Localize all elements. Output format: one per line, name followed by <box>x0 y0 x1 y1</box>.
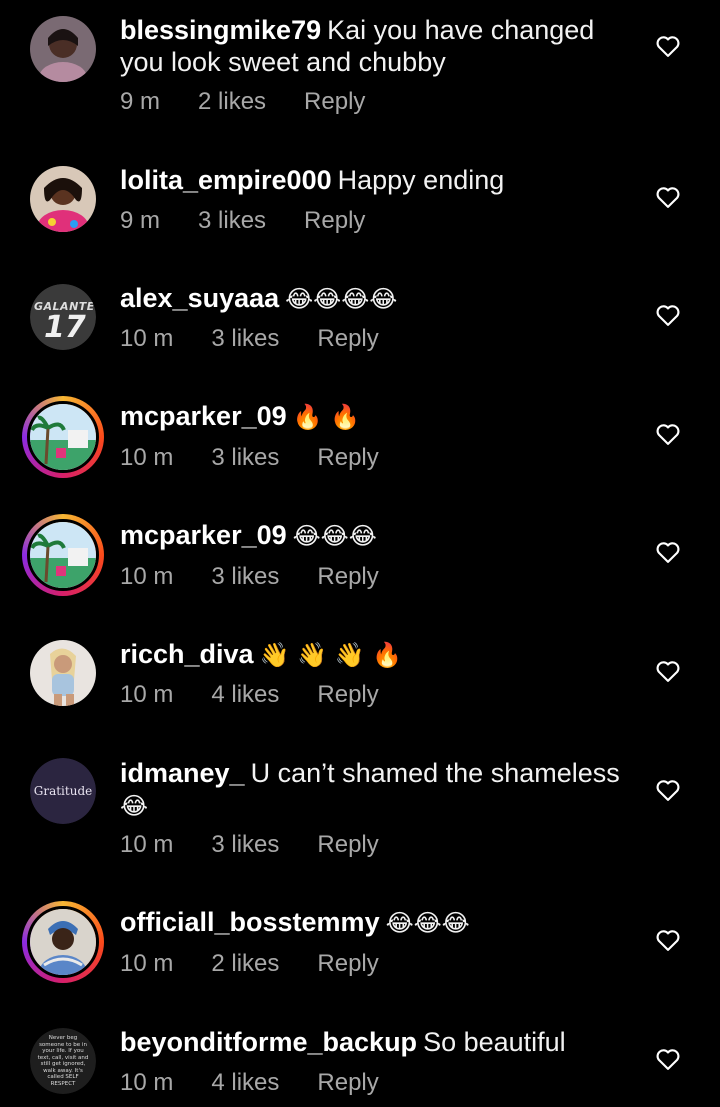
avatar <box>27 519 99 591</box>
avatar[interactable]: Never beg someone to be in your life. If… <box>30 1028 96 1094</box>
timestamp: 9 m <box>120 88 161 115</box>
timestamp: 10 m <box>120 681 174 708</box>
heart-icon[interactable] <box>654 32 682 60</box>
timestamp: 10 m <box>120 563 174 590</box>
comment-text: alex_suyaaa 😂😂😂😂 <box>120 282 640 315</box>
heart-icon[interactable] <box>654 538 682 566</box>
comment-emoji: 😂😂😂 <box>292 522 377 550</box>
comment-meta: 9 m 2 likes Reply <box>120 88 365 116</box>
comment-emoji: 😂😂😂😂 <box>285 285 398 313</box>
comment-emoji: 😂😂😂 <box>385 909 470 937</box>
username[interactable]: ricch_diva <box>120 639 254 669</box>
likes-count[interactable]: 4 likes <box>211 681 279 709</box>
reply-button[interactable]: Reply <box>304 88 365 116</box>
heart-icon[interactable] <box>654 776 682 804</box>
avatar <box>27 906 99 978</box>
comment-emoji: 😂 <box>120 792 149 820</box>
likes-count[interactable]: 3 likes <box>211 444 279 472</box>
heart-icon[interactable] <box>654 420 682 448</box>
comment-text: mcparker_09 🔥 🔥 <box>120 400 640 433</box>
comment-meta: 10 m 4 likes Reply <box>120 681 379 709</box>
reply-button[interactable]: Reply <box>317 831 378 859</box>
timestamp: 10 m <box>120 1069 174 1096</box>
heart-icon[interactable] <box>654 301 682 329</box>
likes-count[interactable]: 3 likes <box>211 563 279 591</box>
username[interactable]: blessingmike79 <box>120 15 321 45</box>
username[interactable]: mcparker_09 <box>120 520 287 550</box>
comment-text: blessingmike79 Kai you have changed you l… <box>120 14 640 78</box>
story-ring-avatar[interactable] <box>22 901 104 983</box>
gratitude-avatar: Gratitude <box>30 758 96 824</box>
story-ring-avatar[interactable] <box>22 396 104 478</box>
username[interactable]: mcparker_09 <box>120 401 287 431</box>
likes-count[interactable]: 3 likes <box>211 325 279 353</box>
comment-meta: 9 m 3 likes Reply <box>120 207 365 235</box>
avatar <box>27 401 99 473</box>
username[interactable]: beyonditforme_backup <box>120 1027 417 1057</box>
reply-button[interactable]: Reply <box>317 950 378 978</box>
likes-count[interactable]: 2 likes <box>211 950 279 978</box>
reply-button[interactable]: Reply <box>317 563 378 591</box>
comment-meta: 10 m 3 likes Reply <box>120 831 379 859</box>
timestamp: 10 m <box>120 831 174 858</box>
timestamp: 10 m <box>120 325 174 352</box>
reply-button[interactable]: Reply <box>317 1069 378 1097</box>
reply-button[interactable]: Reply <box>304 207 365 235</box>
reply-button[interactable]: Reply <box>317 325 378 353</box>
comment-meta: 10 m 3 likes Reply <box>120 325 379 353</box>
username[interactable]: alex_suyaaa <box>120 283 279 313</box>
timestamp: 10 m <box>120 444 174 471</box>
avatar[interactable]: Gratitude <box>30 758 96 824</box>
likes-count[interactable]: 2 likes <box>198 88 266 116</box>
username[interactable]: idmaney_ <box>120 758 245 788</box>
avatar[interactable] <box>30 16 96 82</box>
comment-meta: 10 m 3 likes Reply <box>120 444 379 472</box>
comment-body: Happy ending <box>337 165 505 195</box>
timestamp: 10 m <box>120 950 174 977</box>
reply-button[interactable]: Reply <box>317 681 378 709</box>
likes-count[interactable]: 3 likes <box>198 207 266 235</box>
comment-meta: 10 m 3 likes Reply <box>120 563 379 591</box>
comment-text: idmaney_ U can’t shamed the shameless 😂 <box>120 757 640 822</box>
heart-icon[interactable] <box>654 926 682 954</box>
username[interactable]: lolita_empire000 <box>120 165 332 195</box>
likes-count[interactable]: 4 likes <box>211 1069 279 1097</box>
comment-body: U can’t shamed the shameless <box>250 758 620 788</box>
comment-text: officiall_bosstemmy 😂😂😂 <box>120 906 640 939</box>
comment-meta: 10 m 4 likes Reply <box>120 1069 379 1097</box>
avatar[interactable] <box>30 166 96 232</box>
comment-text: ricch_diva 👋 👋 👋 🔥 <box>120 638 640 671</box>
heart-icon[interactable] <box>654 657 682 685</box>
likes-count[interactable]: 3 likes <box>211 831 279 859</box>
comment-body: So beautiful <box>423 1027 566 1057</box>
comment-text: lolita_empire000 Happy ending <box>120 164 640 196</box>
heart-icon[interactable] <box>654 183 682 211</box>
comment-emoji: 👋 👋 👋 🔥 <box>259 641 402 669</box>
comments-list: blessingmike79 Kai you have changed you l… <box>0 0 720 1107</box>
story-ring-avatar[interactable] <box>22 514 104 596</box>
heart-icon[interactable] <box>654 1045 682 1073</box>
comment-emoji: 🔥 🔥 <box>292 403 361 431</box>
comment-text: mcparker_09 😂😂😂 <box>120 519 640 552</box>
comment-text: beyonditforme_backup So beautiful <box>120 1026 640 1058</box>
avatar-number: 17 <box>44 310 86 345</box>
reply-button[interactable]: Reply <box>317 444 378 472</box>
galante-17-avatar: GALANTE 17 <box>30 284 96 350</box>
username[interactable]: officiall_bosstemmy <box>120 907 380 937</box>
comment-meta: 10 m 2 likes Reply <box>120 950 379 978</box>
avatar[interactable] <box>30 640 96 706</box>
timestamp: 9 m <box>120 207 161 234</box>
quote-text-avatar: Never beg someone to be in your life. If… <box>30 1028 96 1094</box>
avatar[interactable]: GALANTE 17 <box>30 284 96 350</box>
